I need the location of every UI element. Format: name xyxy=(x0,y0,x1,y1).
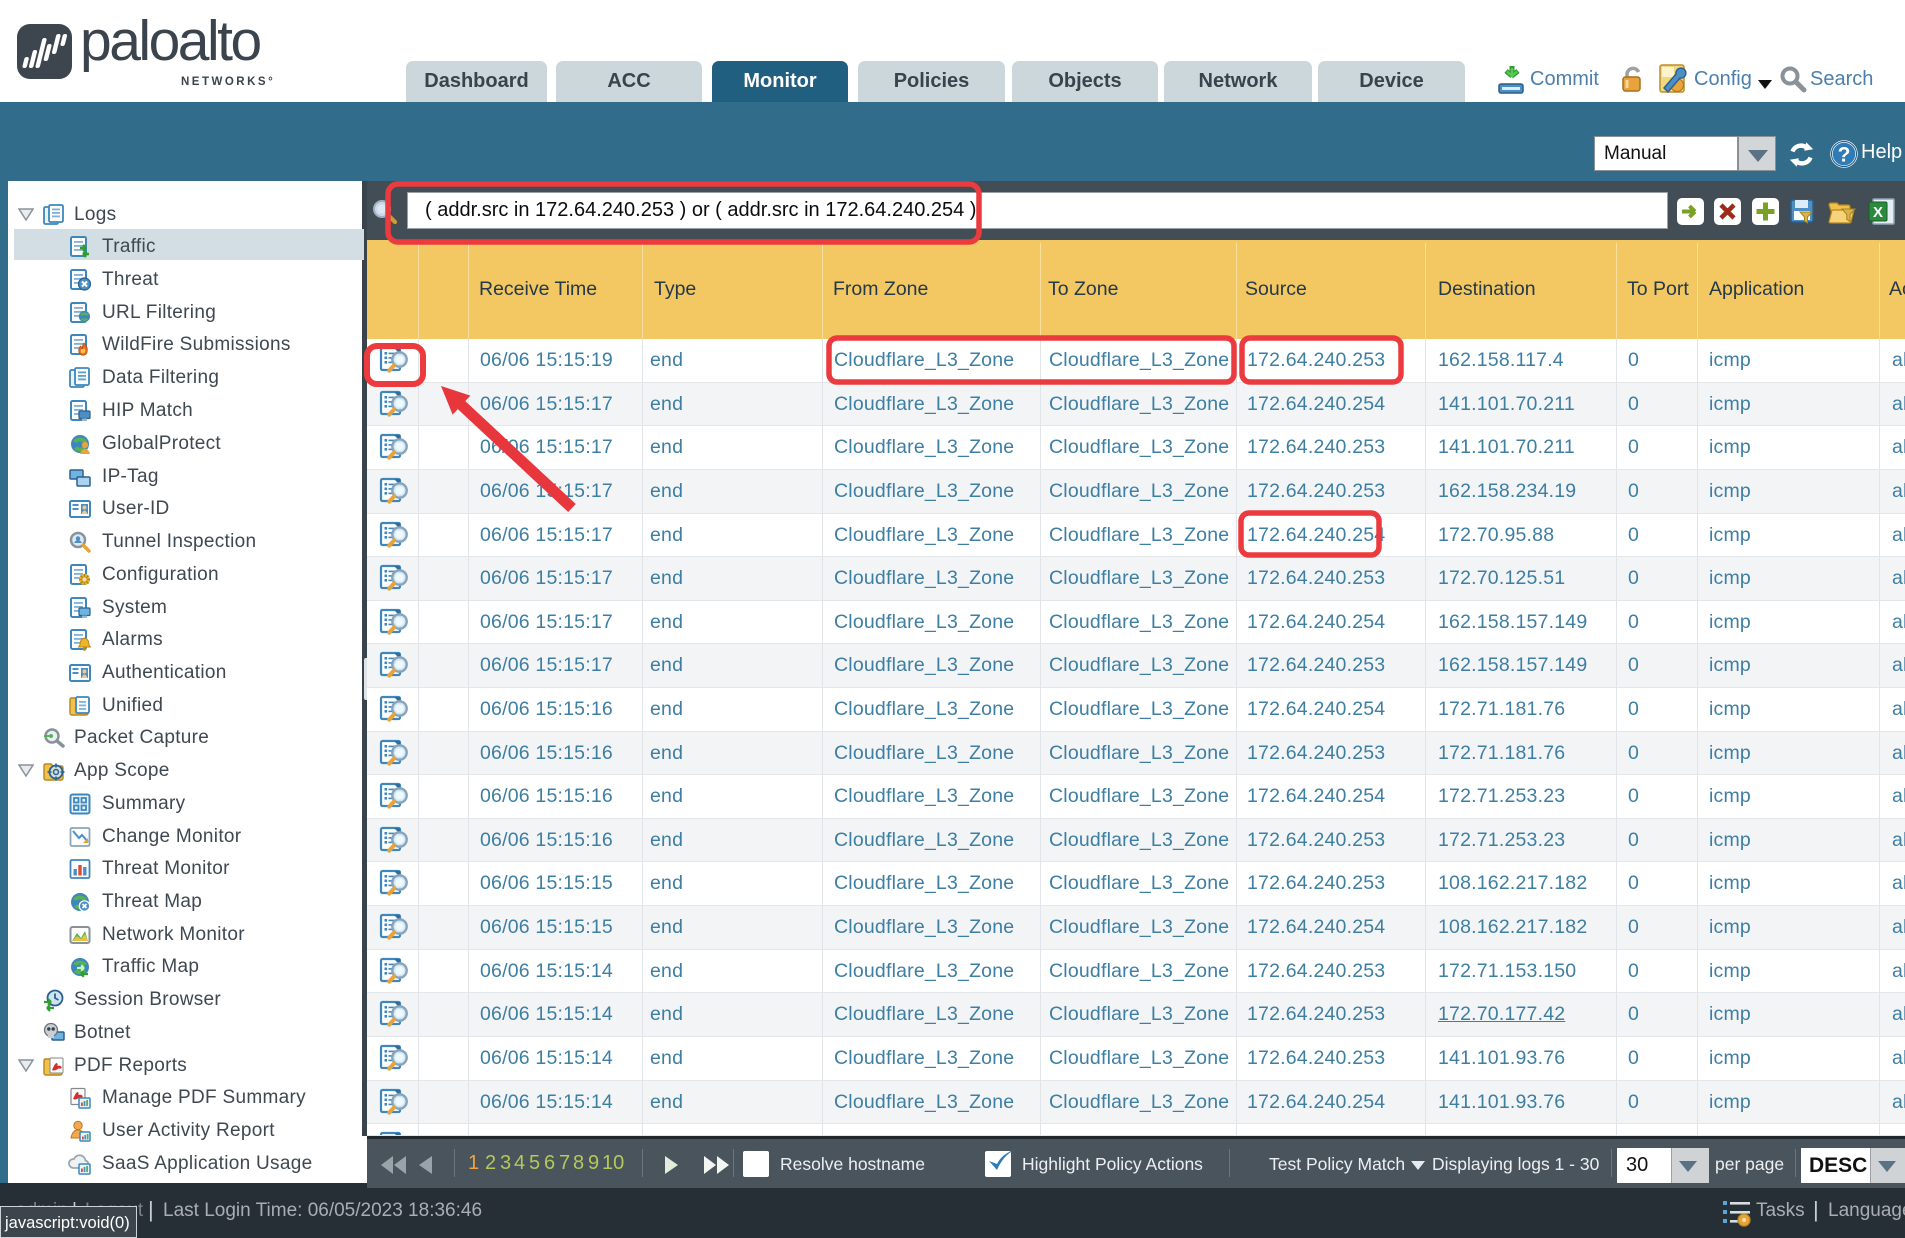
svg-text:X: X xyxy=(1873,204,1883,221)
svg-text:?: ? xyxy=(1838,144,1851,167)
